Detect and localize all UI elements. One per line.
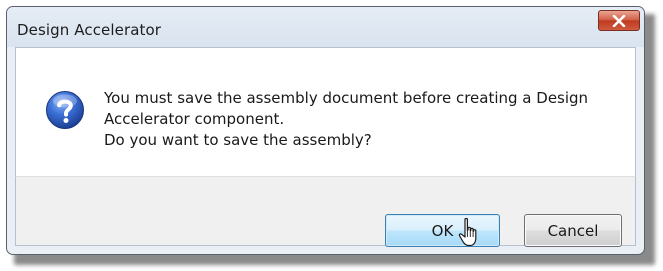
cancel-button[interactable]: Cancel [524,214,622,247]
question-icon [46,91,84,129]
message-text: You must save the assembly document befo… [104,88,619,151]
message-line-2: Accelerator component. [104,110,285,128]
message-line-1: You must save the assembly document befo… [104,89,589,107]
close-button[interactable] [598,10,640,31]
close-icon [612,14,626,27]
message-area: You must save the assembly document befo… [15,47,636,176]
ok-button[interactable]: OK [385,214,500,247]
message-dialog: Design Accelerator You must save the ass… [6,6,645,255]
window-title: Design Accelerator [17,21,162,39]
button-bar: OK Cancel [15,176,636,247]
message-line-3: Do you want to save the assembly? [104,131,372,149]
title-bar[interactable]: Design Accelerator [7,7,644,47]
